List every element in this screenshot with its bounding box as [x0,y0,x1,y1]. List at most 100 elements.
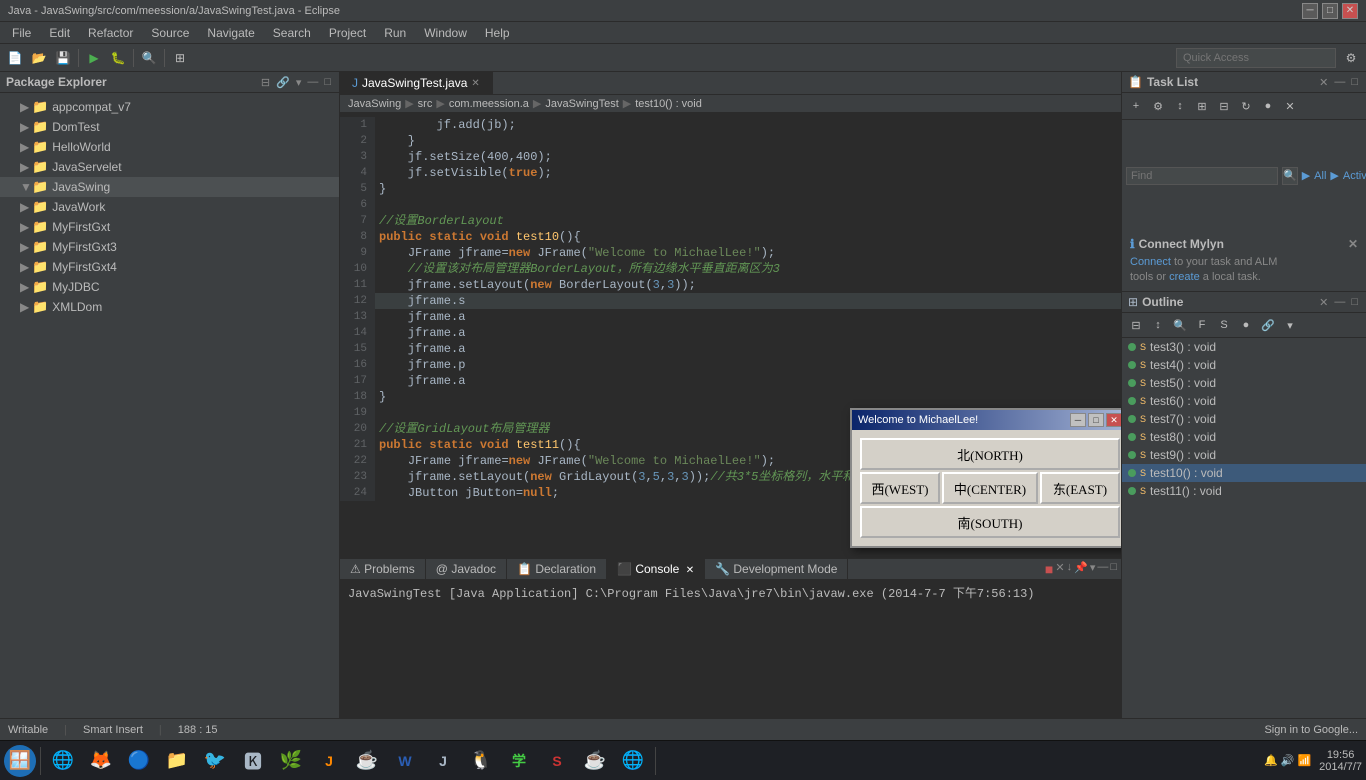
task-group-button[interactable]: ⊞ [1192,96,1212,116]
outline-item-test10[interactable]: S test10() : void [1122,464,1366,482]
bc-javaswing[interactable]: JavaSwing [348,98,401,110]
tree-item-appcompat[interactable]: ▶ 📁 appcompat_v7 [0,97,339,117]
outline-maximize[interactable]: □ [1349,296,1360,309]
task-list-maximize[interactable]: □ [1349,76,1360,89]
outline-filter-btn[interactable]: 🔍 [1170,315,1190,335]
outline-item-test7[interactable]: S test7() : void [1122,410,1366,428]
perspective-btn[interactable]: ⊞ [169,47,191,69]
window-controls[interactable]: ─ □ ✕ [1302,3,1358,19]
tab-declaration[interactable]: 📋 Declaration [507,559,607,579]
taskbar-app13[interactable]: 学 [501,744,537,778]
dialog-close-button[interactable]: ✕ [1106,413,1121,427]
north-button[interactable]: 北(NORTH) [860,438,1120,470]
tab-close-icon[interactable]: ✕ [471,78,479,89]
welcome-dialog[interactable]: Welcome to MichaelLee! ─ □ ✕ 北(NORTH) 西(… [850,408,1121,548]
east-button[interactable]: 东(EAST) [1040,472,1120,504]
menu-edit[interactable]: Edit [41,24,78,42]
activate-text[interactable]: Activate... [1343,170,1366,182]
taskbar-files[interactable]: 📁 [159,744,195,778]
console-clear-button[interactable]: ✕ [1055,561,1064,577]
outline-close[interactable]: ✕ [1317,296,1330,309]
tree-item-myfirstgxt3[interactable]: ▶ 📁 MyFirstGxt3 [0,237,339,257]
menu-help[interactable]: Help [477,24,518,42]
tab-devmode[interactable]: 🔧 Development Mode [705,559,848,579]
console-minimize[interactable]: — [1097,561,1108,577]
outline-item-test9[interactable]: S test9() : void [1122,446,1366,464]
sign-in-text[interactable]: Sign in to Google... [1264,724,1358,736]
outline-item-test5[interactable]: S test5() : void [1122,374,1366,392]
task-settings-button[interactable]: ● [1258,96,1278,116]
minimize-panel-button[interactable]: — [305,76,320,89]
taskbar-chrome[interactable]: 🌐 [45,744,81,778]
tree-item-myfirstgxt4[interactable]: ▶ 📁 MyFirstGxt4 [0,257,339,277]
task-find-input[interactable] [1126,167,1278,185]
tree-item-myjdbc[interactable]: ▶ 📁 MyJDBC [0,277,339,297]
collapse-all-button[interactable]: ⊟ [259,76,272,89]
task-collapse-button[interactable]: ⊟ [1214,96,1234,116]
connect-link[interactable]: Connect [1130,256,1171,268]
tree-item-javawork[interactable]: ▶ 📁 JavaWork [0,197,339,217]
taskbar-word[interactable]: W [387,744,423,778]
console-close-icon[interactable]: ✕ [686,565,694,576]
task-list-close[interactable]: ✕ [1317,76,1330,89]
bc-src[interactable]: src [418,98,433,110]
outline-item-test3[interactable]: S test3() : void [1122,338,1366,356]
menu-search[interactable]: Search [265,24,319,42]
taskbar-ie[interactable]: 🔵 [121,744,157,778]
toolbar-settings-button[interactable]: ⚙ [1340,47,1362,69]
taskbar-app6[interactable]: 🅺 [235,744,271,778]
task-sync-button[interactable]: ↻ [1236,96,1256,116]
south-button[interactable]: 南(SOUTH) [860,506,1120,538]
center-button[interactable]: 中(CENTER) [942,472,1038,504]
taskbar-app7[interactable]: 🌿 [273,744,309,778]
task-sort-button[interactable]: ↕ [1170,96,1190,116]
new-task-button[interactable]: + [1126,96,1146,116]
save-button[interactable]: 💾 [52,47,74,69]
mylyn-close-icon[interactable]: ✕ [1348,237,1358,251]
outline-item-test4[interactable]: S test4() : void [1122,356,1366,374]
tree-item-myfirstgxt[interactable]: ▶ 📁 MyFirstGxt [0,217,339,237]
tree-item-xmldom[interactable]: ▶ 📁 XMLDom [0,297,339,317]
dialog-minimize-button[interactable]: ─ [1070,413,1086,427]
menu-navigate[interactable]: Navigate [199,24,262,42]
taskbar-app16[interactable]: 🌐 [615,744,651,778]
stop-button[interactable]: ■ [1045,561,1053,577]
tab-javadoc[interactable]: @ Javadoc [426,559,507,579]
outline-link-btn[interactable]: 🔗 [1258,315,1278,335]
bc-class[interactable]: JavaSwingTest [545,98,618,110]
view-menu-button[interactable]: ▾ [294,76,304,89]
maximize-panel-button[interactable]: □ [322,76,333,89]
taskbar-java[interactable]: J [311,744,347,778]
tree-item-domtest[interactable]: ▶ 📁 DomTest [0,117,339,137]
task-find-button[interactable]: 🔍 [1282,167,1298,185]
taskbar-app5[interactable]: 🐦 [197,744,233,778]
taskbar-app14[interactable]: S [539,744,575,778]
menu-file[interactable]: File [4,24,39,42]
dialog-maximize-button[interactable]: □ [1088,413,1104,427]
task-list-minimize[interactable]: — [1332,76,1347,89]
search-button[interactable]: 🔍 [138,47,160,69]
outline-minimize[interactable]: — [1332,296,1347,309]
editor-tab-javaswingtest[interactable]: J JavaSwingTest.java ✕ [340,72,493,94]
maximize-button[interactable]: □ [1322,3,1338,19]
tree-item-helloworld[interactable]: ▶ 📁 HelloWorld [0,137,339,157]
menu-refactor[interactable]: Refactor [80,24,141,42]
outline-fields-btn[interactable]: F [1192,315,1212,335]
outline-item-test8[interactable]: S test8() : void [1122,428,1366,446]
taskbar-app15[interactable]: ☕ [577,744,613,778]
tab-problems[interactable]: ⚠ Problems [340,559,426,579]
bc-package[interactable]: com.meession.a [449,98,529,110]
console-maximize[interactable]: □ [1110,561,1117,577]
menu-run[interactable]: Run [376,24,414,42]
console-view-menu[interactable]: ▾ [1090,561,1096,577]
outline-collapse-btn[interactable]: ⊟ [1126,315,1146,335]
code-editor[interactable]: 1 jf.add(jb); 2 } 3 jf.setSize(400,400);… [340,113,1121,558]
task-delete-button[interactable]: ✕ [1280,96,1300,116]
create-link[interactable]: create [1169,271,1200,283]
menu-source[interactable]: Source [143,24,197,42]
outline-static-btn[interactable]: S [1214,315,1234,335]
outline-dot-btn[interactable]: ● [1236,315,1256,335]
dialog-controls[interactable]: ─ □ ✕ [1070,413,1121,427]
outline-item-test6[interactable]: S test6() : void [1122,392,1366,410]
package-explorer-controls[interactable]: ⊟ 🔗 ▾ — □ [259,76,333,89]
